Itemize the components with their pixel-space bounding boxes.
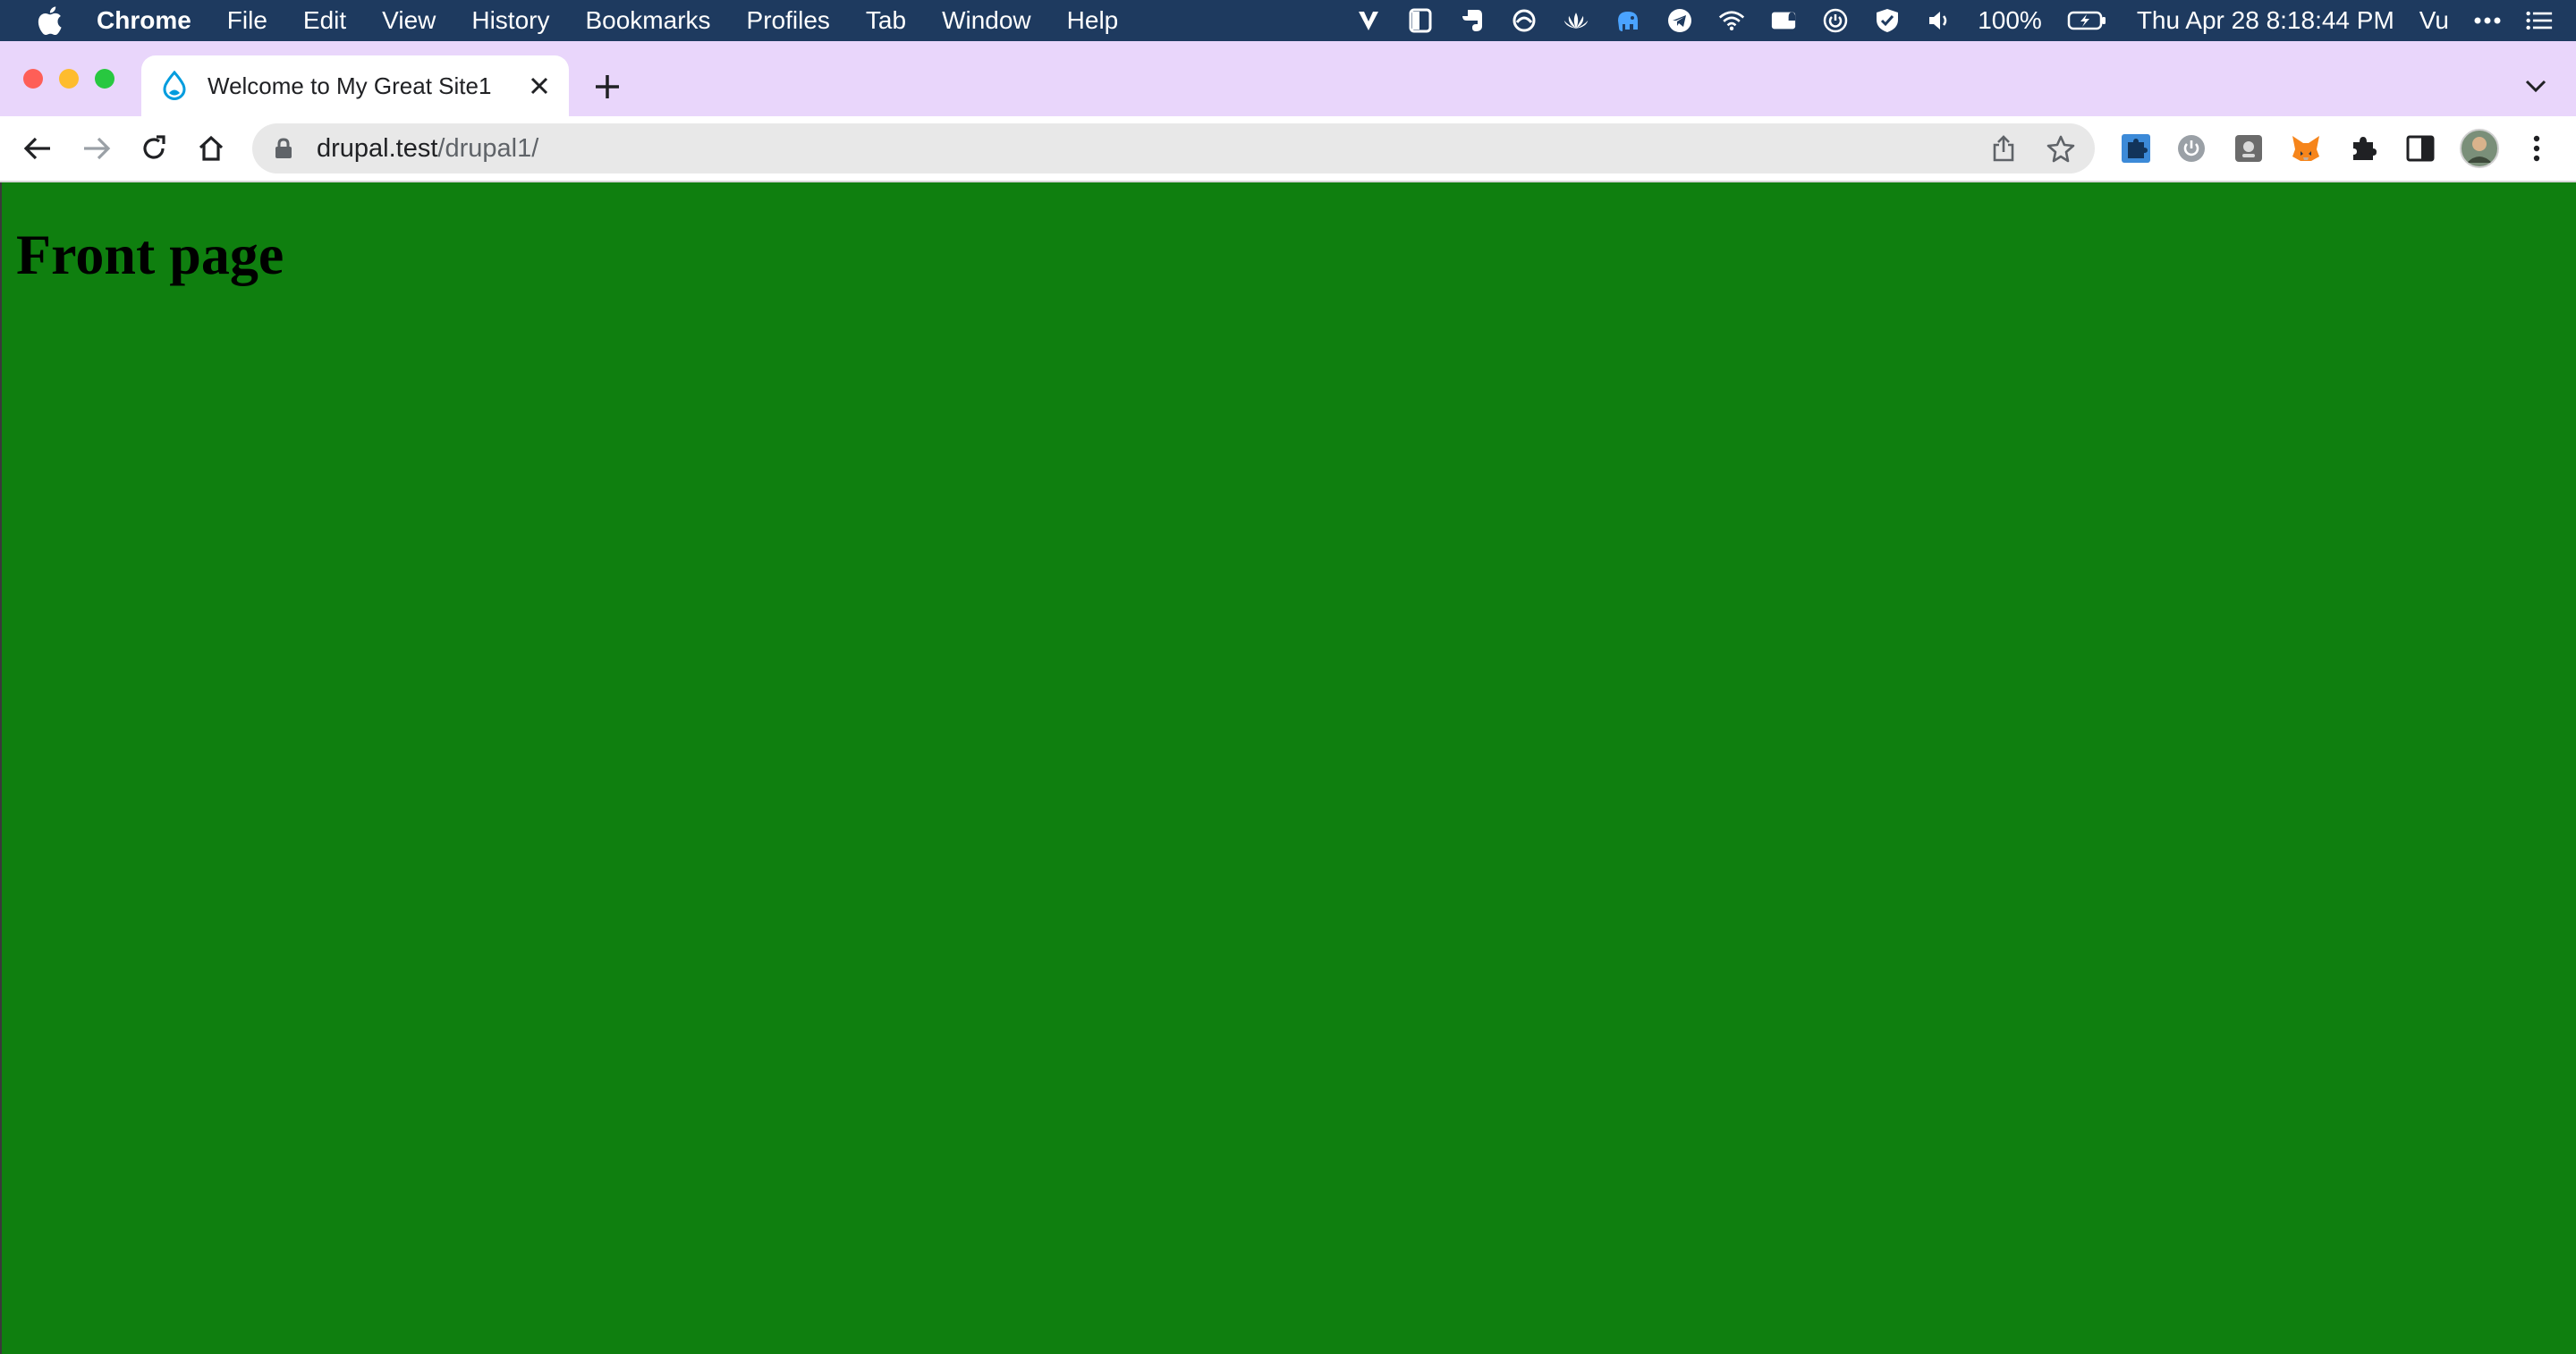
profile-avatar[interactable] (2460, 129, 2499, 168)
arrow-left-icon (23, 137, 50, 160)
wifi-icon[interactable] (1718, 7, 1745, 34)
lock-icon[interactable] (274, 138, 293, 159)
address-bar[interactable]: drupal.test/drupal1/ (252, 123, 2095, 173)
battery-icon[interactable] (2067, 7, 2106, 34)
extension-gray-box-icon[interactable] (2233, 132, 2265, 165)
web-page-viewport: Front page (0, 182, 2576, 1354)
sidebar-app-icon[interactable] (1407, 7, 1434, 34)
reload-button[interactable] (138, 132, 170, 165)
macos-menu-bar: Chrome File Edit View History Bookmarks … (0, 0, 2576, 41)
url-path: /drupal1/ (437, 133, 539, 163)
menu-file[interactable]: File (227, 6, 267, 35)
menu-view[interactable]: View (382, 6, 436, 35)
menu-tab[interactable]: Tab (866, 6, 906, 35)
star-icon (2046, 135, 2075, 163)
bookmark-star-button[interactable] (2045, 132, 2077, 165)
volume-icon[interactable] (1926, 7, 1953, 34)
clock[interactable]: Thu Apr 28 8:18:44 PM (2137, 6, 2394, 35)
shield-icon[interactable] (1874, 7, 1901, 34)
menu-history[interactable]: History (471, 6, 549, 35)
window-minimize-button[interactable] (59, 69, 79, 89)
tab-search-chevron-down-icon[interactable] (2524, 77, 2547, 95)
elephant-icon[interactable] (1614, 7, 1641, 34)
extension-power-icon[interactable] (2175, 132, 2207, 165)
menu-edit[interactable]: Edit (303, 6, 346, 35)
menu-help[interactable]: Help (1067, 6, 1119, 35)
share-button[interactable] (1987, 132, 2020, 165)
tab-title: Welcome to My Great Site1 (208, 72, 492, 99)
metamask-fox-icon[interactable] (2290, 132, 2322, 165)
arrow-right-icon (84, 137, 111, 160)
chrome-menu-kebab-icon[interactable] (2521, 132, 2553, 165)
extension-puzzle-blue-icon[interactable] (2120, 132, 2152, 165)
more-icon[interactable] (2474, 7, 2501, 34)
window-close-button[interactable] (23, 69, 43, 89)
telegram-icon[interactable] (1666, 7, 1693, 34)
page-heading: Front page (16, 223, 284, 286)
menu-profiles[interactable]: Profiles (747, 6, 830, 35)
browser-toolbar: drupal.test/drupal1/ (0, 116, 2576, 182)
battery-percent: 100% (1978, 6, 2042, 34)
side-panel-icon[interactable] (2404, 132, 2436, 165)
window-zoom-button[interactable] (95, 69, 114, 89)
tab-close-icon[interactable] (528, 74, 551, 97)
menu-bookmarks[interactable]: Bookmarks (585, 6, 710, 35)
user-name[interactable]: Vu (2419, 6, 2449, 35)
apple-icon[interactable] (36, 5, 63, 36)
v-app-icon[interactable] (1355, 7, 1382, 34)
lotus-icon[interactable] (1563, 7, 1589, 34)
url-text[interactable]: drupal.test/drupal1/ (317, 134, 538, 164)
menu-bar-status-area: 100% Thu Apr 28 8:18:44 PM Vu (1355, 0, 2576, 41)
evernote-icon[interactable] (1459, 7, 1486, 34)
menu-app-chrome[interactable]: Chrome (97, 6, 191, 35)
notification-icon[interactable] (1770, 7, 1797, 34)
reload-icon (143, 135, 165, 159)
power-icon[interactable] (1822, 7, 1849, 34)
extensions-puzzle-icon[interactable] (2347, 132, 2379, 165)
control-center-icon[interactable] (2526, 7, 2553, 34)
tab-active[interactable]: Welcome to My Great Site1 (141, 55, 569, 116)
share-icon (1993, 135, 2014, 162)
sync-circle-icon[interactable] (1511, 7, 1538, 34)
home-button[interactable] (195, 132, 227, 165)
tab-strip: Welcome to My Great Site1 (0, 41, 2576, 116)
home-icon (199, 135, 224, 161)
back-button[interactable] (21, 132, 54, 165)
drupal-favicon-icon (163, 71, 186, 100)
menu-window[interactable]: Window (942, 6, 1031, 35)
forward-button[interactable] (80, 132, 113, 165)
url-host: drupal.test (317, 133, 438, 163)
new-tab-plus-icon[interactable] (594, 73, 621, 100)
